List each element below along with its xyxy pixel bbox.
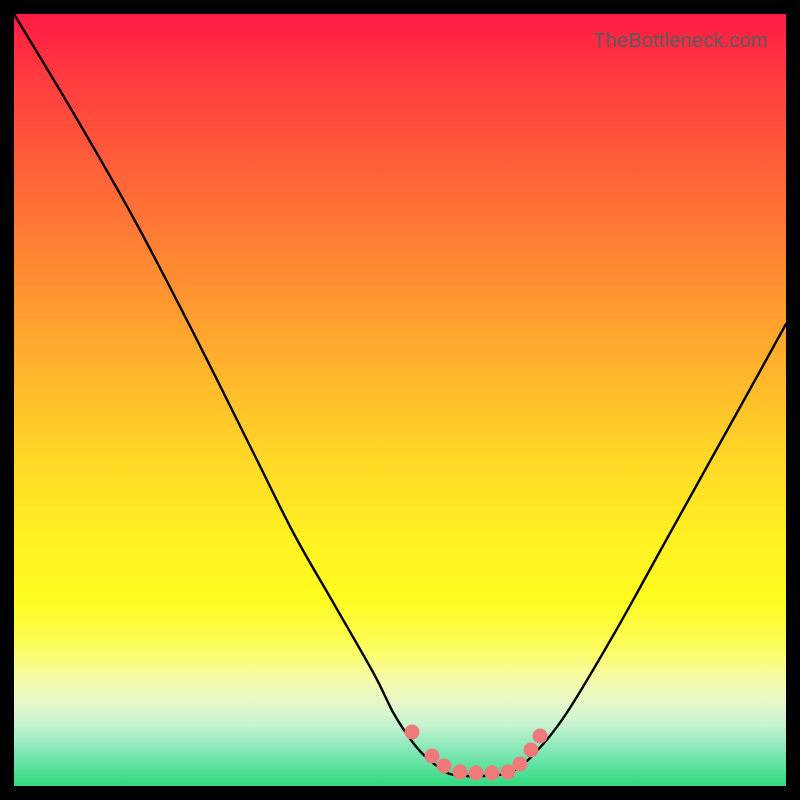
valley-marker-dot (513, 757, 528, 772)
bottleneck-curve (14, 14, 786, 776)
valley-marker-dot (425, 749, 440, 764)
valley-marker-dot (437, 759, 452, 774)
valley-marker-dot (485, 766, 500, 781)
valley-marker-dot (469, 766, 484, 781)
valley-marker-dot (533, 729, 548, 744)
valley-marker-dot (453, 765, 468, 780)
chart-frame: TheBottleneck.com (0, 0, 800, 800)
plot-area: TheBottleneck.com (14, 14, 786, 786)
watermark-text: TheBottleneck.com (593, 30, 768, 53)
valley-marker-dot (524, 743, 539, 758)
curve-layer (14, 14, 786, 786)
valley-marker-dot (405, 725, 420, 740)
